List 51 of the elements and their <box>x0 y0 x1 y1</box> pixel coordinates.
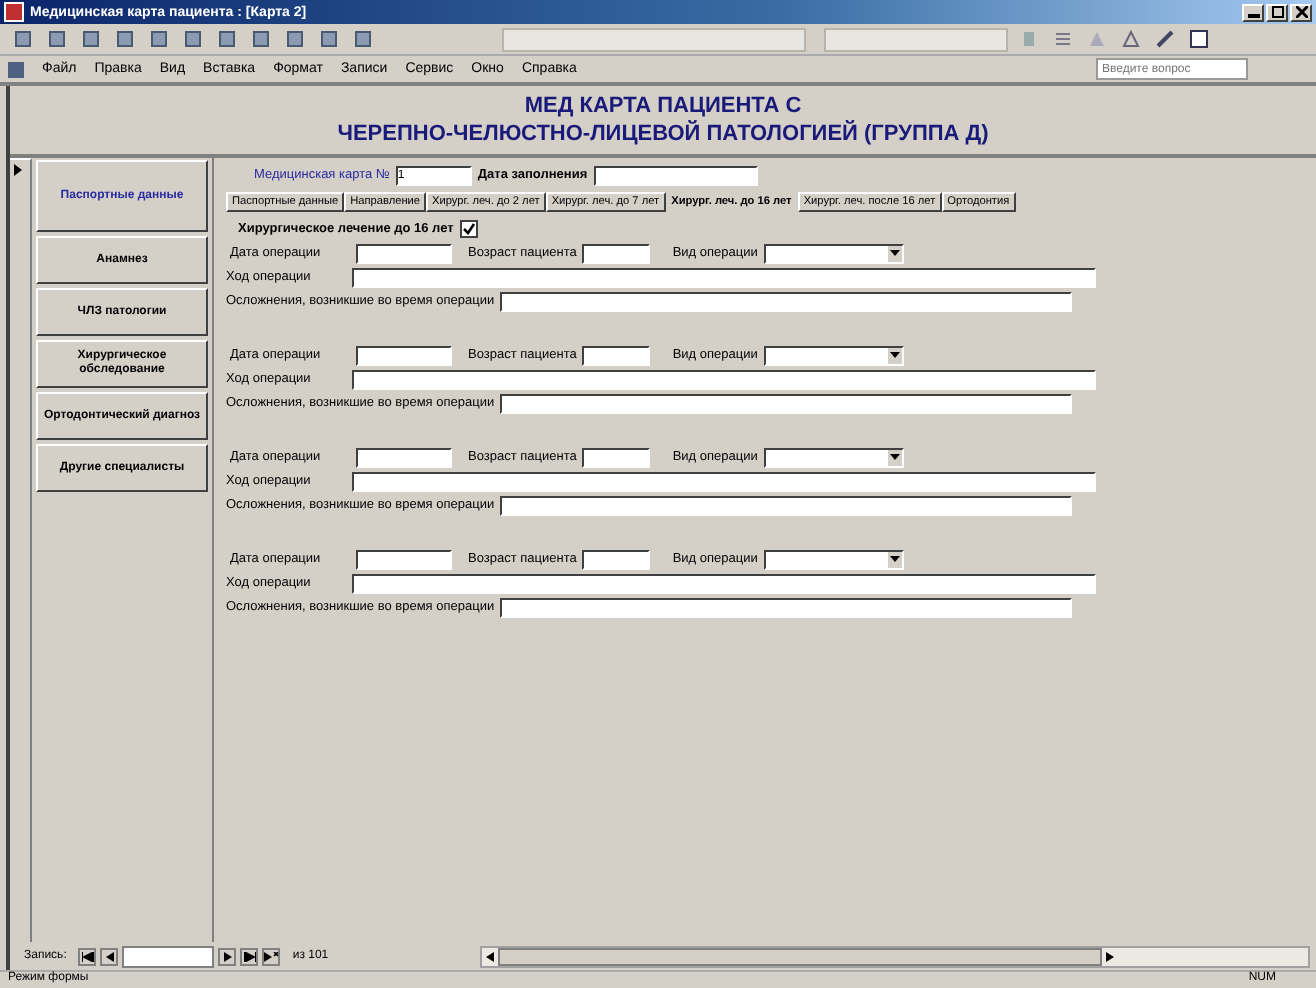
new-record-icon <box>264 951 279 961</box>
fill-date-field[interactable] <box>593 165 758 185</box>
dropdown-arrow-icon <box>889 250 900 256</box>
maximize-button[interactable] <box>1266 3 1288 21</box>
complications-field[interactable] <box>500 597 1073 617</box>
operation-date-field[interactable] <box>356 345 452 365</box>
form-icon <box>8 61 24 77</box>
first-icon <box>81 951 94 961</box>
complications-field[interactable] <box>500 291 1073 311</box>
next-record-button[interactable] <box>218 947 237 965</box>
last-record-button[interactable] <box>240 947 259 965</box>
operation-date-field[interactable] <box>356 549 452 569</box>
patient-age-field[interactable] <box>582 345 651 365</box>
toolbar-button[interactable] <box>1184 26 1212 52</box>
dropdown-arrow-icon <box>889 454 900 460</box>
operation-course-field[interactable] <box>352 369 1096 389</box>
new-record-button[interactable] <box>262 947 281 965</box>
previous-icon <box>105 951 114 961</box>
operation-type-dropdown[interactable] <box>763 345 904 365</box>
operation-course-field[interactable] <box>352 471 1096 491</box>
close-icon <box>1295 6 1307 18</box>
minimize-button[interactable] <box>1242 3 1264 21</box>
horizontal-scrollbar[interactable] <box>480 945 1310 967</box>
operation-type-dropdown[interactable] <box>763 447 904 467</box>
maximize-icon <box>1271 6 1283 18</box>
form-icon <box>4 2 24 22</box>
form-title: ЧЕРЕПНО-ЧЕЛЮСТНО-ЛИЦЕВОЙ ПАТОЛОГИЕЙ (ГРУППА Д) <box>337 120 989 148</box>
last-icon <box>243 951 256 961</box>
patient-age-field[interactable] <box>582 549 651 569</box>
align-icon <box>1053 30 1071 48</box>
operation-date-field[interactable] <box>356 243 452 263</box>
record-number-field[interactable] <box>122 945 215 967</box>
operation-date-field[interactable] <box>356 447 452 467</box>
border-icon <box>1189 30 1207 48</box>
previous-record-button[interactable] <box>100 947 119 965</box>
operation-course-field[interactable] <box>352 573 1096 593</box>
close-button[interactable] <box>1290 3 1312 21</box>
dropdown-arrow-icon <box>889 352 900 358</box>
operation-type-dropdown[interactable] <box>763 243 904 263</box>
next-icon <box>223 951 232 961</box>
form-title: МЕД КАРТА ПАЦИЕНТА С <box>524 92 802 120</box>
patient-age-field[interactable] <box>582 447 651 467</box>
checkbox[interactable] <box>459 220 478 238</box>
complications-field[interactable] <box>500 495 1073 515</box>
first-record-button[interactable] <box>78 947 97 965</box>
dropdown-arrow-icon <box>889 556 900 562</box>
patient-age-field[interactable] <box>582 243 651 263</box>
record-pointer-icon <box>14 164 22 176</box>
operation-course-field[interactable] <box>352 267 1096 287</box>
operation-type-dropdown[interactable] <box>763 549 904 569</box>
complications-field[interactable] <box>500 393 1073 413</box>
